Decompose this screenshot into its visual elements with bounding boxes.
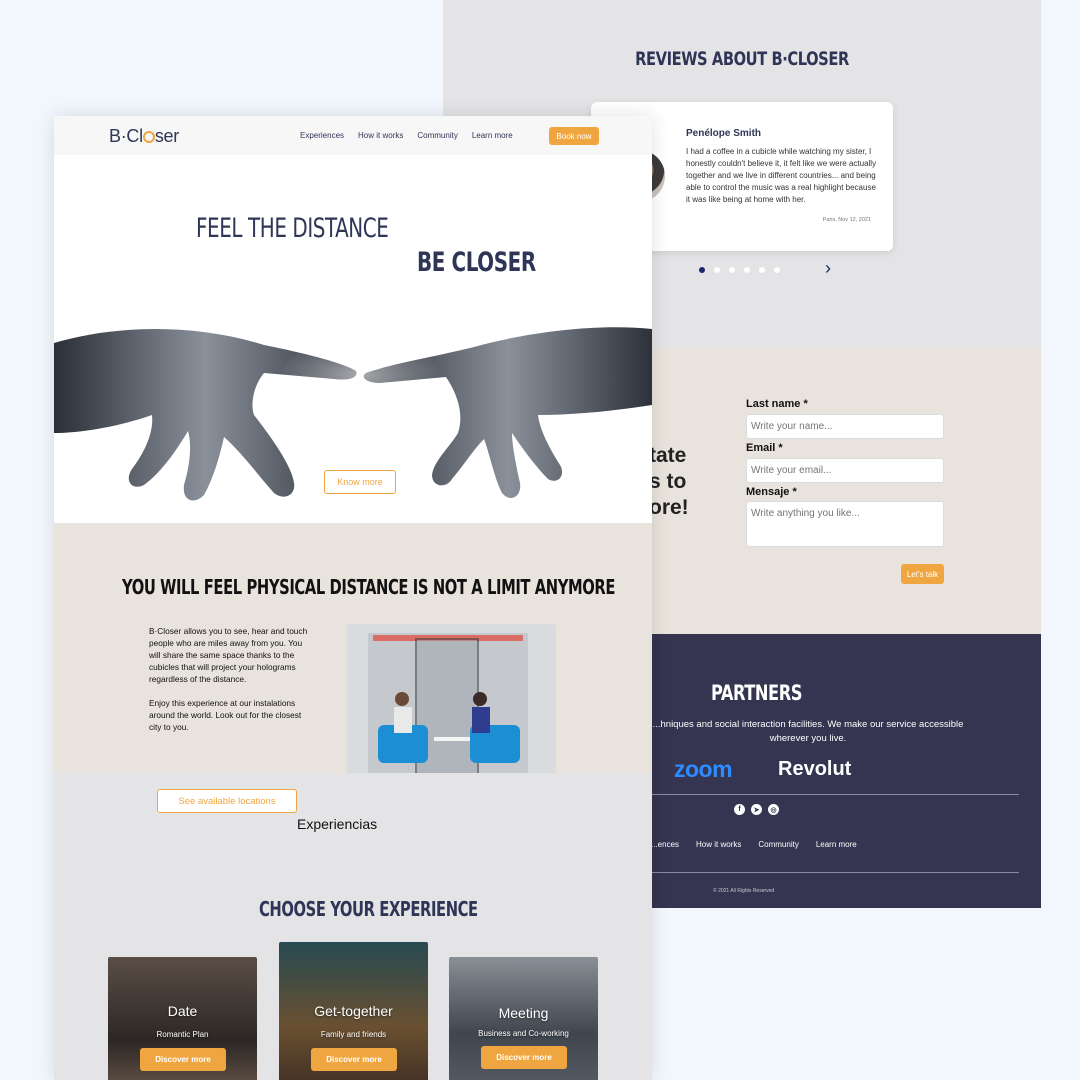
carousel-dots bbox=[699, 267, 780, 273]
carousel-dot[interactable] bbox=[774, 267, 780, 273]
about-text: B·Closer allows you to see, hear and tou… bbox=[149, 625, 314, 733]
reviewer-name: Penélope Smith bbox=[686, 128, 762, 139]
experience-title: Date bbox=[167, 1003, 198, 1019]
logo-text-end: ser bbox=[154, 126, 179, 146]
social-links: f ➤ ◎ bbox=[734, 804, 779, 815]
revolut-logo: Revolut bbox=[778, 758, 852, 780]
experience-subtitle: Romantic Plan bbox=[156, 1030, 209, 1039]
partners-description: ...hniques and social interaction facili… bbox=[652, 719, 964, 744]
carousel-dot[interactable] bbox=[744, 267, 750, 273]
contact-heading: tate s to ore! bbox=[649, 443, 689, 521]
about-paragraph: B·Closer allows you to see, hear and tou… bbox=[149, 626, 308, 684]
partners-title: PARTNERS bbox=[711, 681, 803, 705]
experience-title: Meeting bbox=[498, 1005, 549, 1021]
last-name-field[interactable] bbox=[746, 414, 944, 439]
hero-section: FEEL THE DISTANCE BE CLOSER Know more bbox=[54, 155, 652, 523]
discover-more-button[interactable]: Discover more bbox=[140, 1048, 226, 1071]
lets-talk-button[interactable]: Let's talk bbox=[901, 564, 944, 584]
divider bbox=[652, 872, 1019, 873]
experiencias-label: Experiencias bbox=[297, 816, 378, 832]
know-more-button[interactable]: Know more bbox=[324, 470, 396, 494]
top-navbar: B·Cl ser Experiences How it works Communi… bbox=[54, 116, 652, 155]
footer-link[interactable]: ...ences bbox=[651, 840, 679, 849]
carousel-dot[interactable] bbox=[699, 267, 705, 273]
experience-card-date[interactable]: Date Romantic Plan Discover more bbox=[108, 957, 257, 1080]
about-section: YOU WILL FEEL PHYSICAL DISTANCE IS NOT A… bbox=[54, 523, 652, 790]
nav-link-community[interactable]: Community bbox=[417, 131, 457, 140]
nav-links: Experiences How it works Community Learn… bbox=[300, 131, 513, 140]
zoom-logo: zoom bbox=[674, 756, 733, 782]
logo-ring-icon bbox=[142, 131, 155, 143]
footer-link[interactable]: Community bbox=[758, 840, 798, 849]
last-name-label: Last name * bbox=[746, 398, 808, 410]
contact-heading-line: s to bbox=[649, 470, 687, 493]
cubicle-illustration bbox=[348, 625, 555, 789]
telegram-icon[interactable]: ➤ bbox=[751, 804, 762, 815]
hero-headline-1: FEEL THE DISTANCE bbox=[196, 213, 389, 244]
review-text: I had a coffee in a cubicle while watchi… bbox=[686, 147, 877, 204]
copyright-text: © 2021 All Rights Reserved bbox=[713, 888, 775, 894]
book-now-button[interactable]: Book now bbox=[549, 127, 599, 145]
carousel-dot[interactable] bbox=[714, 267, 720, 273]
divider bbox=[652, 794, 1019, 795]
experience-subtitle: Business and Co-working bbox=[478, 1029, 569, 1038]
nav-link-how-it-works[interactable]: How it works bbox=[358, 131, 403, 140]
front-page-preview: B·Cl ser Experiences How it works Communi… bbox=[54, 116, 652, 1080]
experience-title: Get-together bbox=[314, 1003, 393, 1019]
experience-subtitle: Family and friends bbox=[320, 1030, 387, 1039]
reviews-title: REVIEWS ABOUT B·CLOSER bbox=[635, 48, 849, 70]
carousel-dot[interactable] bbox=[729, 267, 735, 273]
nav-link-experiences[interactable]: Experiences bbox=[300, 131, 344, 140]
experiences-section: See available locations Experiencias CHO… bbox=[54, 773, 652, 1080]
contact-heading-line: ore! bbox=[649, 496, 689, 519]
carousel-dot[interactable] bbox=[759, 267, 765, 273]
hero-headline-2: BE CLOSER bbox=[417, 247, 536, 278]
logo-text-start: B·Cl bbox=[109, 126, 143, 146]
email-label: Email * bbox=[746, 442, 783, 454]
experience-card-meeting[interactable]: Meeting Business and Co-working Discover… bbox=[449, 957, 598, 1080]
cubicle-photo bbox=[347, 624, 556, 790]
about-paragraph: Enjoy this experience at our instalation… bbox=[149, 698, 302, 732]
about-title: YOU WILL FEEL PHYSICAL DISTANCE IS NOT A… bbox=[122, 575, 616, 599]
instagram-icon[interactable]: ◎ bbox=[768, 804, 779, 815]
review-date: Paris, Nov 12, 2021 bbox=[822, 217, 871, 223]
email-field[interactable] bbox=[746, 458, 944, 483]
see-locations-button[interactable]: See available locations bbox=[157, 789, 297, 813]
experience-card-get-together[interactable]: Get-together Family and friends Discover… bbox=[279, 942, 428, 1080]
discover-more-button[interactable]: Discover more bbox=[481, 1046, 567, 1069]
nav-link-learn-more[interactable]: Learn more bbox=[472, 131, 513, 140]
contact-heading-line: tate bbox=[649, 444, 687, 467]
choose-experience-title: CHOOSE YOUR EXPERIENCE bbox=[259, 897, 478, 921]
footer-link[interactable]: Learn more bbox=[816, 840, 857, 849]
footer-link[interactable]: How it works bbox=[696, 840, 741, 849]
discover-more-button[interactable]: Discover more bbox=[311, 1048, 397, 1071]
facebook-icon[interactable]: f bbox=[734, 804, 745, 815]
brand-logo[interactable]: B·Cl ser bbox=[109, 126, 179, 147]
chevron-right-icon[interactable]: › bbox=[825, 258, 831, 279]
message-field[interactable] bbox=[746, 501, 944, 547]
footer-nav: ...ences How it works Community Learn mo… bbox=[651, 840, 857, 849]
message-label: Mensaje * bbox=[746, 486, 797, 498]
